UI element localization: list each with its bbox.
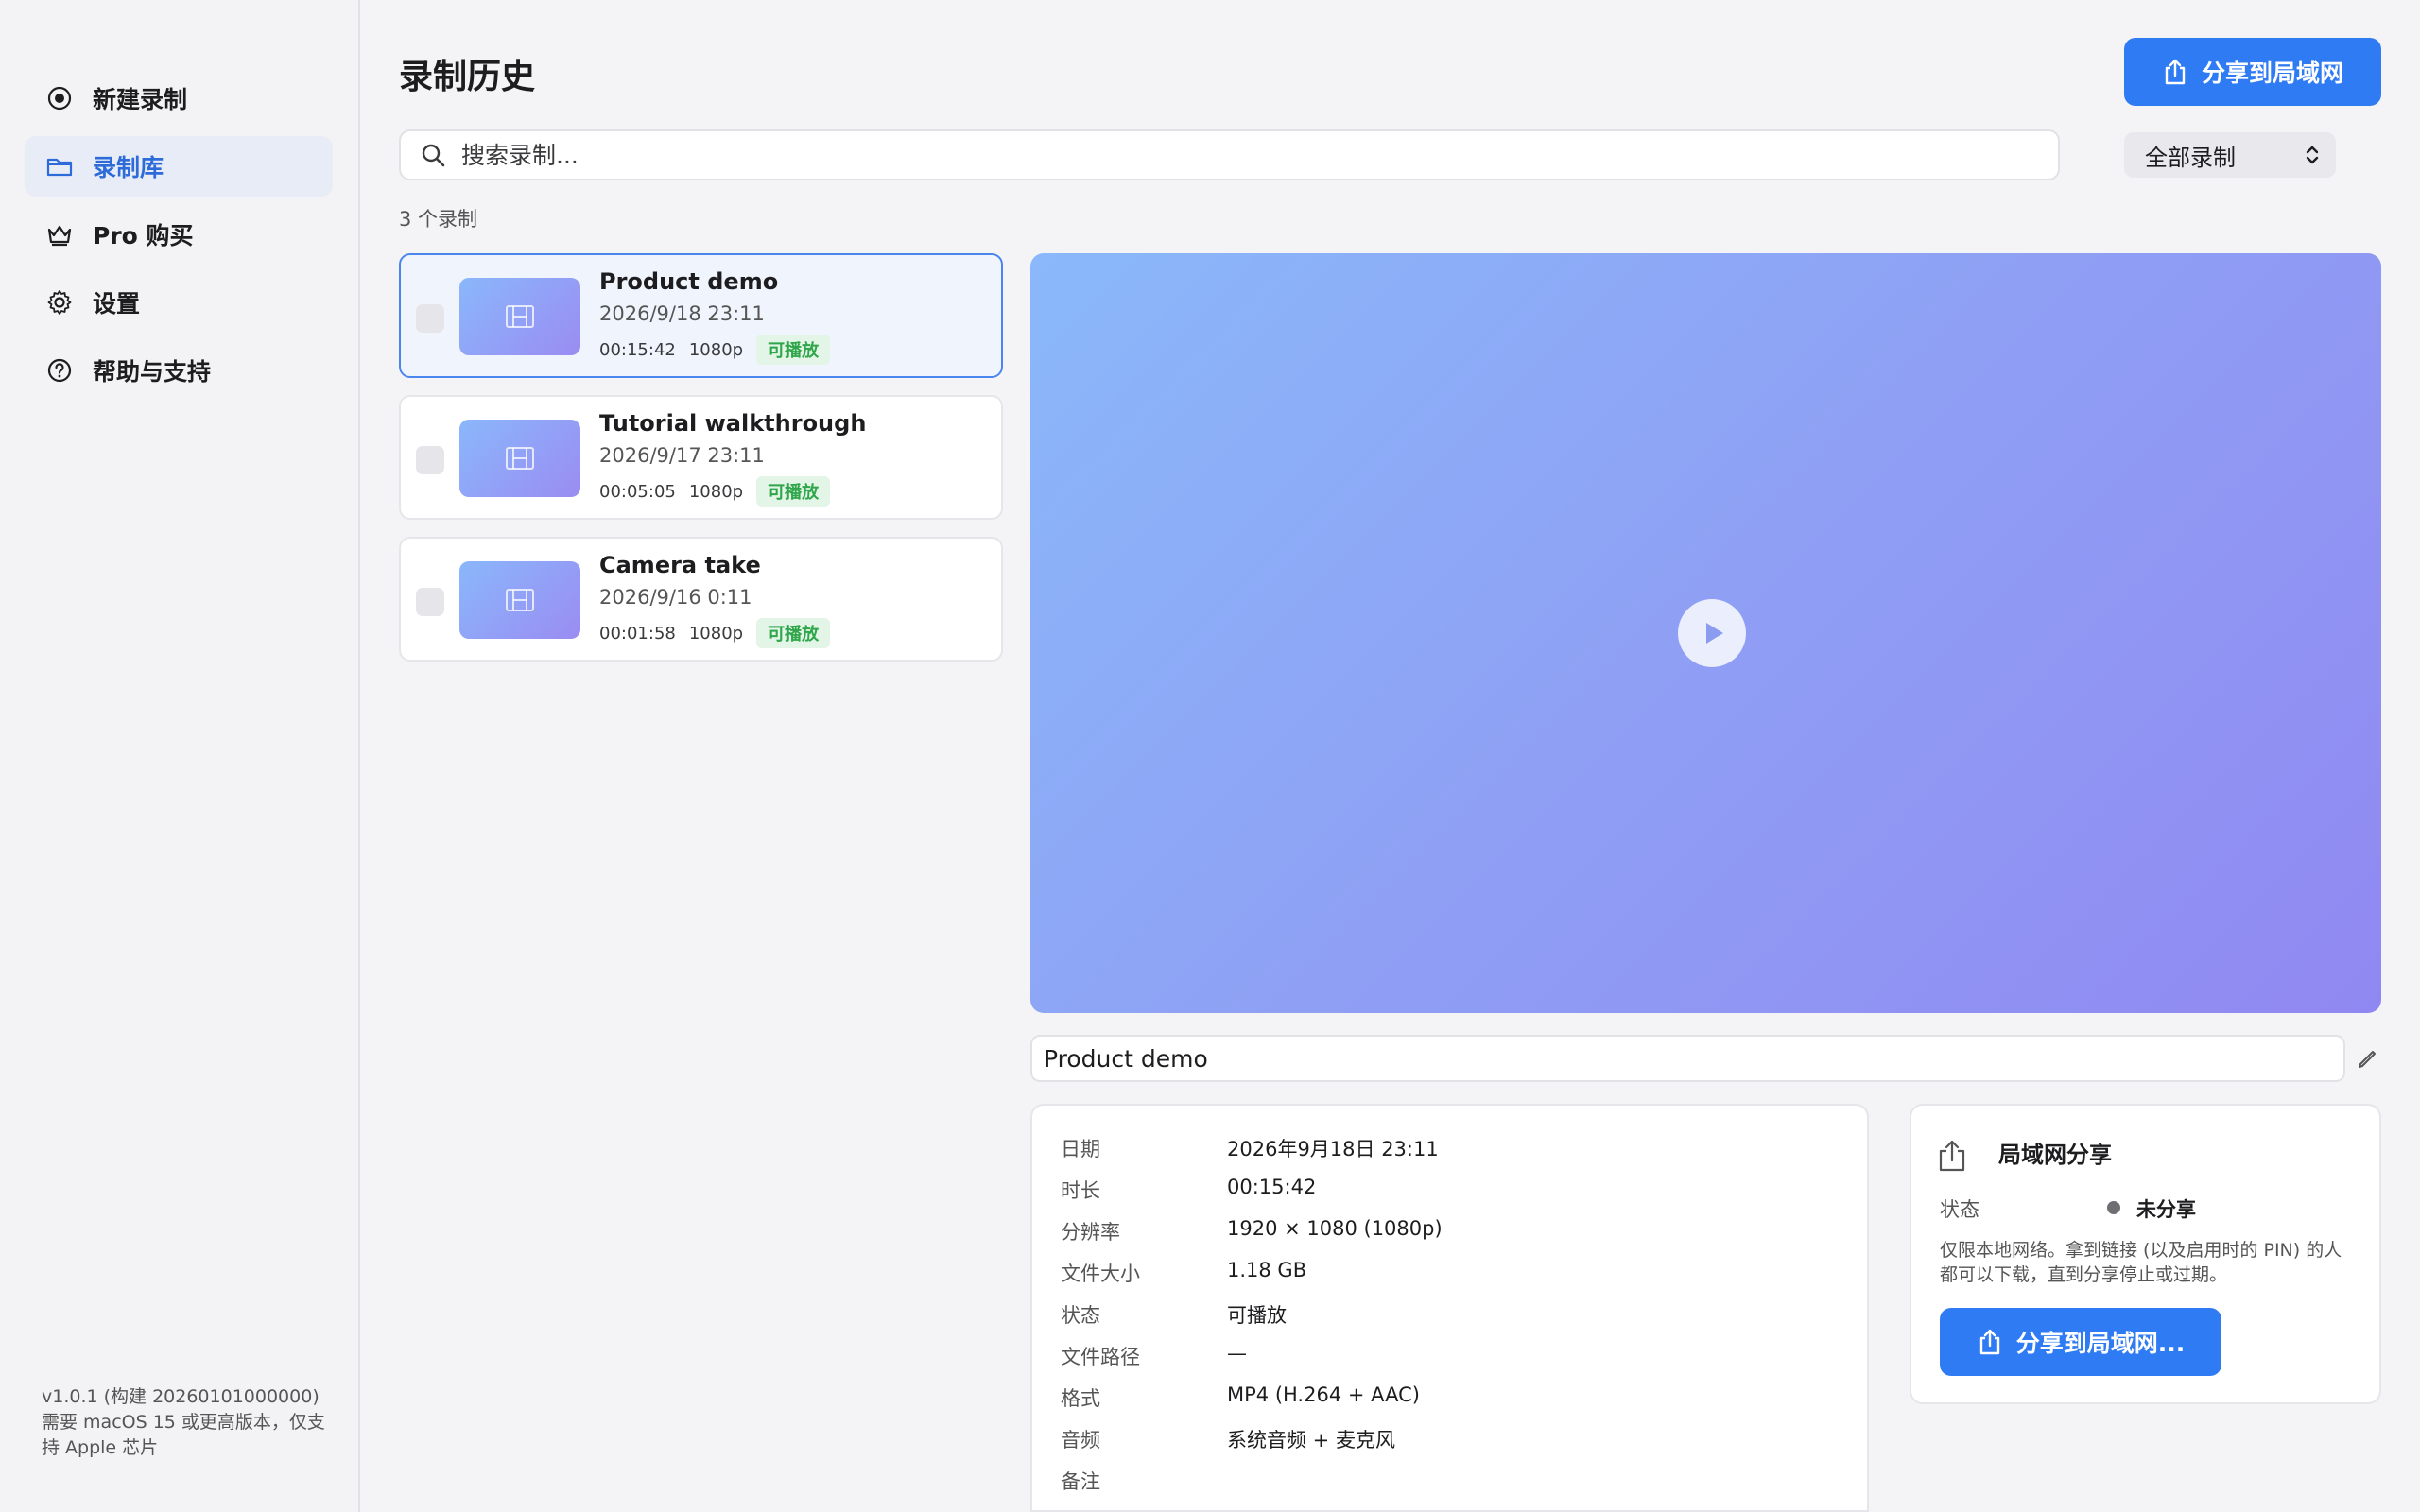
recording-info-panel: 日期 2026年9月18日 23:11 时长 00:15:42 分辨率 1920…: [1030, 1104, 1869, 1512]
recording-date: 2026/9/17 23:11: [599, 444, 765, 467]
recording-card[interactable]: Tutorial walkthrough 2026/9/17 23:11 00:…: [399, 395, 1003, 520]
lan-share-title: 局域网分享: [1998, 1142, 2112, 1168]
recording-title: Tutorial walkthrough: [599, 410, 867, 437]
sidebar-item-label: 设置: [93, 290, 141, 318]
info-value: 1920 × 1080 (1080p): [1227, 1217, 1443, 1240]
play-icon: [1706, 623, 1723, 644]
info-key: 分辨率: [1061, 1221, 1120, 1244]
system-requirement-note: 需要 macOS 15 或更高版本，仅支持 Apple 芯片: [42, 1412, 325, 1458]
film-icon: [506, 447, 534, 470]
share-icon: [2165, 59, 2186, 85]
info-key: 文件路径: [1061, 1346, 1140, 1368]
info-key: 状态: [1061, 1304, 1100, 1327]
info-value: MP4 (H.264 + AAC): [1227, 1383, 1420, 1406]
info-value: 系统音频 + 麦克风: [1227, 1429, 1395, 1452]
select-checkbox[interactable]: [416, 304, 444, 333]
filter-selected-value: 全部录制: [2145, 144, 2236, 171]
sidebar-item-label: 帮助与支持: [93, 358, 212, 386]
recording-thumbnail: [459, 278, 580, 355]
share-to-lan-dialog-button[interactable]: 分享到局域网...: [1940, 1308, 2221, 1376]
info-key: 格式: [1061, 1387, 1100, 1410]
pencil-icon[interactable]: [2355, 1045, 2381, 1072]
chevron-up-down-icon: [2306, 146, 2319, 164]
select-checkbox[interactable]: [416, 446, 444, 474]
recording-count: 3 个录制: [399, 208, 478, 231]
recording-thumbnail: [459, 420, 580, 497]
lan-status-label: 状态: [1940, 1198, 1979, 1221]
recording-title: Product demo: [599, 268, 779, 295]
recording-meta: 00:15:42 1080p 可播放: [599, 335, 831, 365]
play-button[interactable]: [1678, 599, 1746, 667]
recording-duration: 00:01:58: [599, 623, 676, 644]
info-value: —: [1227, 1342, 1247, 1365]
sidebar-item-label: 录制库: [93, 154, 164, 181]
record-icon: [43, 82, 76, 114]
recording-meta: 00:01:58 1080p 可播放: [599, 618, 831, 648]
video-preview[interactable]: [1030, 253, 2381, 1013]
info-key: 音频: [1061, 1429, 1100, 1452]
search-box: [399, 129, 2060, 180]
recording-date: 2026/9/16 0:11: [599, 586, 752, 609]
lan-share-description: 仅限本地网络。拿到链接 (以及启用时的 PIN) 的人都可以下载，直到分享停止或…: [1940, 1240, 2342, 1285]
recording-name-field[interactable]: [1030, 1035, 2345, 1082]
lan-share-button-label: 分享到局域网...: [2015, 1330, 2186, 1357]
info-key: 日期: [1061, 1138, 1100, 1160]
info-value: 00:15:42: [1227, 1176, 1317, 1198]
recording-thumbnail: [459, 561, 580, 639]
recording-duration: 00:15:42: [599, 339, 676, 360]
film-icon: [506, 305, 534, 328]
select-checkbox[interactable]: [416, 588, 444, 616]
sidebar-item-settings[interactable]: 设置: [25, 272, 333, 333]
version-label: v1.0.1 (构建 20260101000000): [42, 1386, 320, 1407]
crown-icon: [43, 218, 76, 250]
sidebar-item-label: Pro 购买: [93, 222, 194, 249]
sidebar-item-label: 新建录制: [93, 86, 188, 113]
status-dot: [2107, 1201, 2120, 1214]
recording-name-input[interactable]: [1044, 1044, 2273, 1073]
recording-card[interactable]: Camera take 2026/9/16 0:11 00:01:58 1080…: [399, 537, 1003, 662]
sidebar: 新建录制 录制库 Pro 购买 设置 帮助与支持 v1.0.1 (构建 2026…: [0, 0, 360, 1512]
recording-meta: 00:05:05 1080p 可播放: [599, 476, 831, 507]
search-input[interactable]: [461, 141, 1974, 169]
lan-status-value: 未分享: [2136, 1198, 2196, 1221]
folder-icon: [43, 150, 76, 182]
page-title: 录制历史: [399, 58, 536, 96]
info-value: 可播放: [1227, 1304, 1287, 1327]
sidebar-footer: v1.0.1 (构建 20260101000000) 需要 macOS 15 或…: [42, 1384, 325, 1461]
recording-resolution: 1080p: [688, 481, 744, 502]
search-icon: [422, 144, 445, 167]
sidebar-item-help[interactable]: 帮助与支持: [25, 340, 333, 401]
sidebar-item-new-recording[interactable]: 新建录制: [25, 68, 333, 129]
sidebar-item-library[interactable]: 录制库: [25, 136, 333, 197]
help-icon: [43, 354, 76, 387]
gear-icon: [43, 286, 76, 318]
lan-share-card: 局域网分享 状态 未分享 仅限本地网络。拿到链接 (以及启用时的 PIN) 的人…: [1910, 1104, 2381, 1404]
recording-resolution: 1080p: [688, 339, 744, 360]
status-badge: 可播放: [756, 335, 831, 365]
film-icon: [506, 589, 534, 611]
recording-filter-select[interactable]: 全部录制: [2124, 132, 2336, 178]
info-value: 1.18 GB: [1227, 1259, 1307, 1281]
info-value: 2026年9月18日 23:11: [1227, 1138, 1439, 1160]
info-key: 时长: [1061, 1179, 1100, 1202]
share-button-label: 分享到局域网: [2201, 60, 2343, 87]
recording-date: 2026/9/18 23:11: [599, 302, 765, 325]
recording-duration: 00:05:05: [599, 481, 676, 502]
status-badge: 可播放: [756, 476, 831, 507]
recording-resolution: 1080p: [688, 623, 744, 644]
share-icon: [1979, 1329, 1999, 1355]
sidebar-item-pro[interactable]: Pro 购买: [25, 204, 333, 265]
main-content: 录制历史 分享到局域网 全部录制 3 个录制 Product demo 2026…: [362, 0, 2420, 1512]
recording-title: Camera take: [599, 552, 761, 578]
share-to-lan-button[interactable]: 分享到局域网: [2124, 38, 2381, 106]
status-badge: 可播放: [756, 618, 831, 648]
info-key: 文件大小: [1061, 1263, 1140, 1285]
recording-card[interactable]: Product demo 2026/9/18 23:11 00:15:42 10…: [399, 253, 1003, 378]
info-key: 备注: [1061, 1470, 1100, 1493]
share-icon: [1939, 1140, 1965, 1172]
